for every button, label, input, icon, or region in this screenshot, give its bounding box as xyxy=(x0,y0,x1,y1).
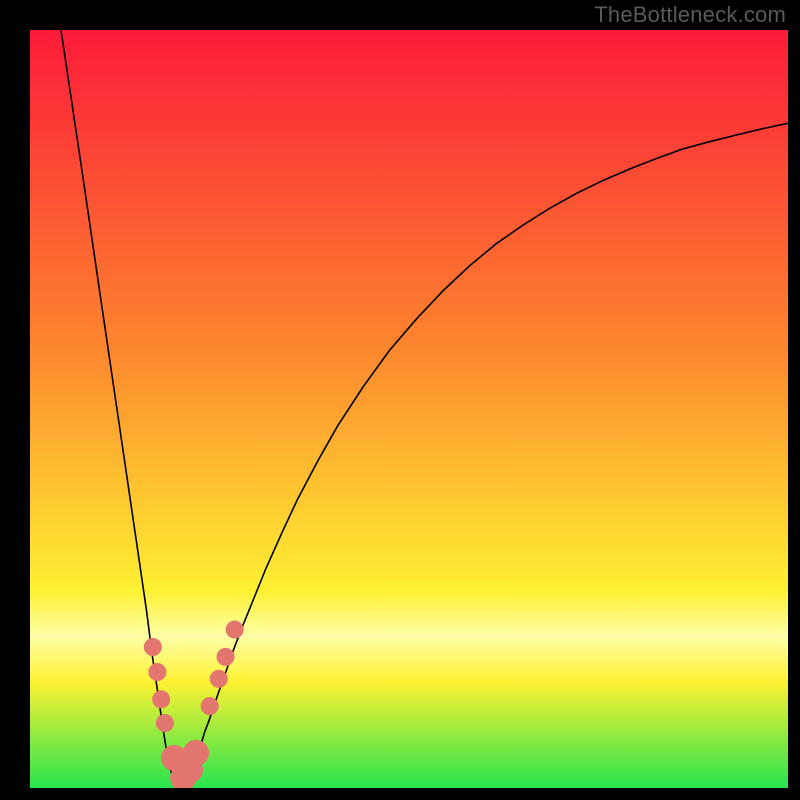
data-marker xyxy=(148,663,166,681)
data-marker xyxy=(226,621,244,639)
data-marker xyxy=(156,714,174,732)
data-marker xyxy=(217,648,235,666)
data-marker xyxy=(144,638,162,656)
data-marker xyxy=(201,697,219,715)
data-marker xyxy=(183,740,209,766)
app-frame: TheBottleneck.com xyxy=(0,0,800,800)
data-marker xyxy=(152,690,170,708)
bottleneck-plot xyxy=(0,0,800,800)
data-marker xyxy=(210,670,228,688)
gradient-background xyxy=(30,30,788,788)
